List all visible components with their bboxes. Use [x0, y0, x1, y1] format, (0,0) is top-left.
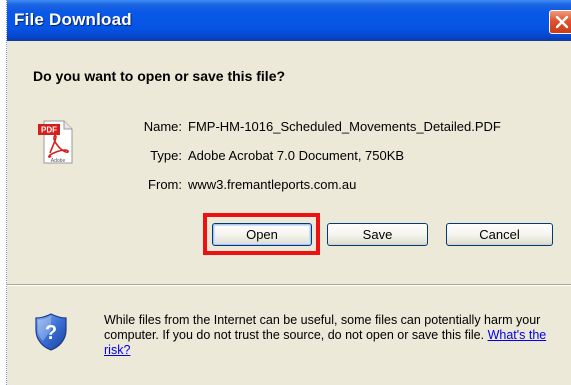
- file-type-value: Adobe Acrobat 7.0 Document, 750KB: [188, 148, 405, 163]
- close-icon: [555, 15, 569, 29]
- from-value-cell: www3.fremantleports.com.au: [188, 177, 568, 195]
- save-button[interactable]: Save: [327, 223, 428, 246]
- cancel-button[interactable]: Cancel: [446, 223, 553, 246]
- window-title: File Download: [14, 10, 132, 29]
- type-label-cell: Type:: [110, 148, 182, 166]
- from-label-cell: From:: [110, 177, 182, 195]
- window-left-border: [0, 0, 7, 385]
- file-source-value: www3.fremantleports.com.au: [188, 177, 357, 192]
- warning-message: While files from the Internet can be use…: [104, 313, 541, 342]
- pdf-icon-caption: Adobe: [51, 158, 66, 164]
- dialog-question: Do you want to open or save this file?: [33, 68, 286, 84]
- svg-text:?: ?: [45, 322, 57, 344]
- from-label: From:: [148, 177, 182, 192]
- type-label: Type:: [150, 148, 182, 163]
- pdf-icon-label: PDF: [41, 126, 57, 135]
- file-download-dialog: File Download Do you want to open or sav…: [0, 0, 571, 385]
- title-bar[interactable]: File Download: [0, 0, 571, 41]
- type-value-cell: Adobe Acrobat 7.0 Document, 750KB: [188, 148, 568, 166]
- shield-question-icon: ?: [35, 313, 67, 351]
- file-name-value: FMP-HM-1016_Scheduled_Movements_Detailed…: [188, 119, 501, 134]
- close-button[interactable]: [549, 10, 571, 34]
- name-value-cell: FMP-HM-1016_Scheduled_Movements_Detailed…: [188, 119, 568, 137]
- security-warning: While files from the Internet can be use…: [104, 313, 564, 358]
- name-label: Name:: [143, 119, 182, 134]
- name-label-cell: Name:: [110, 119, 182, 137]
- pdf-file-icon: PDF Adobe: [38, 120, 73, 164]
- open-button-highlight: [203, 213, 320, 255]
